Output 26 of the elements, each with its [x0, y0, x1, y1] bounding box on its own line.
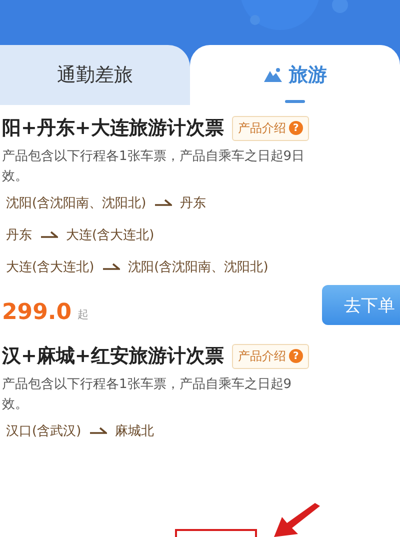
route-station: 大连(含大连北)	[66, 227, 154, 244]
route-station: 大连(含大连北)	[6, 259, 94, 276]
product-intro-link[interactable]: 产品介绍 ?	[232, 344, 309, 368]
route-station: 丹东	[180, 195, 206, 212]
route-station: 丹东	[6, 227, 32, 244]
product-description: 效。	[2, 168, 29, 186]
product-description: 产品包含以下行程各1张车票，产品自乘车之日起9日	[2, 148, 306, 166]
product-intro-link[interactable]: 产品介绍 ?	[232, 116, 309, 140]
tab-indicator	[285, 100, 305, 103]
route-station: 沈阳(含沈阳南、沈阳北)	[6, 195, 146, 212]
mountain-icon	[263, 67, 283, 83]
tab[interactable]: 旅游	[190, 45, 400, 105]
arrow-icon	[272, 503, 322, 537]
route-station: 麻城北	[115, 423, 154, 440]
route-station: 沈阳(含沈阳南、沈阳北)	[128, 259, 268, 276]
price-suffix: 起	[78, 307, 89, 322]
order-button[interactable]: 去下单	[322, 285, 400, 325]
product-description: 效。	[2, 396, 29, 414]
route-station: 汉口(含武汉)	[6, 423, 82, 440]
price: 299.0	[2, 300, 72, 325]
help-icon: ?	[288, 349, 303, 363]
tab[interactable]: 通勤差旅	[0, 45, 190, 105]
product-title: 汉+麻城+红安旅游计次票	[2, 344, 224, 369]
product-description: 产品包含以下行程各1张车票，产品自乘车之日起9	[2, 376, 293, 394]
help-icon: ?	[288, 121, 303, 135]
product-title: 阳+丹东+大连旅游计次票	[2, 116, 224, 141]
